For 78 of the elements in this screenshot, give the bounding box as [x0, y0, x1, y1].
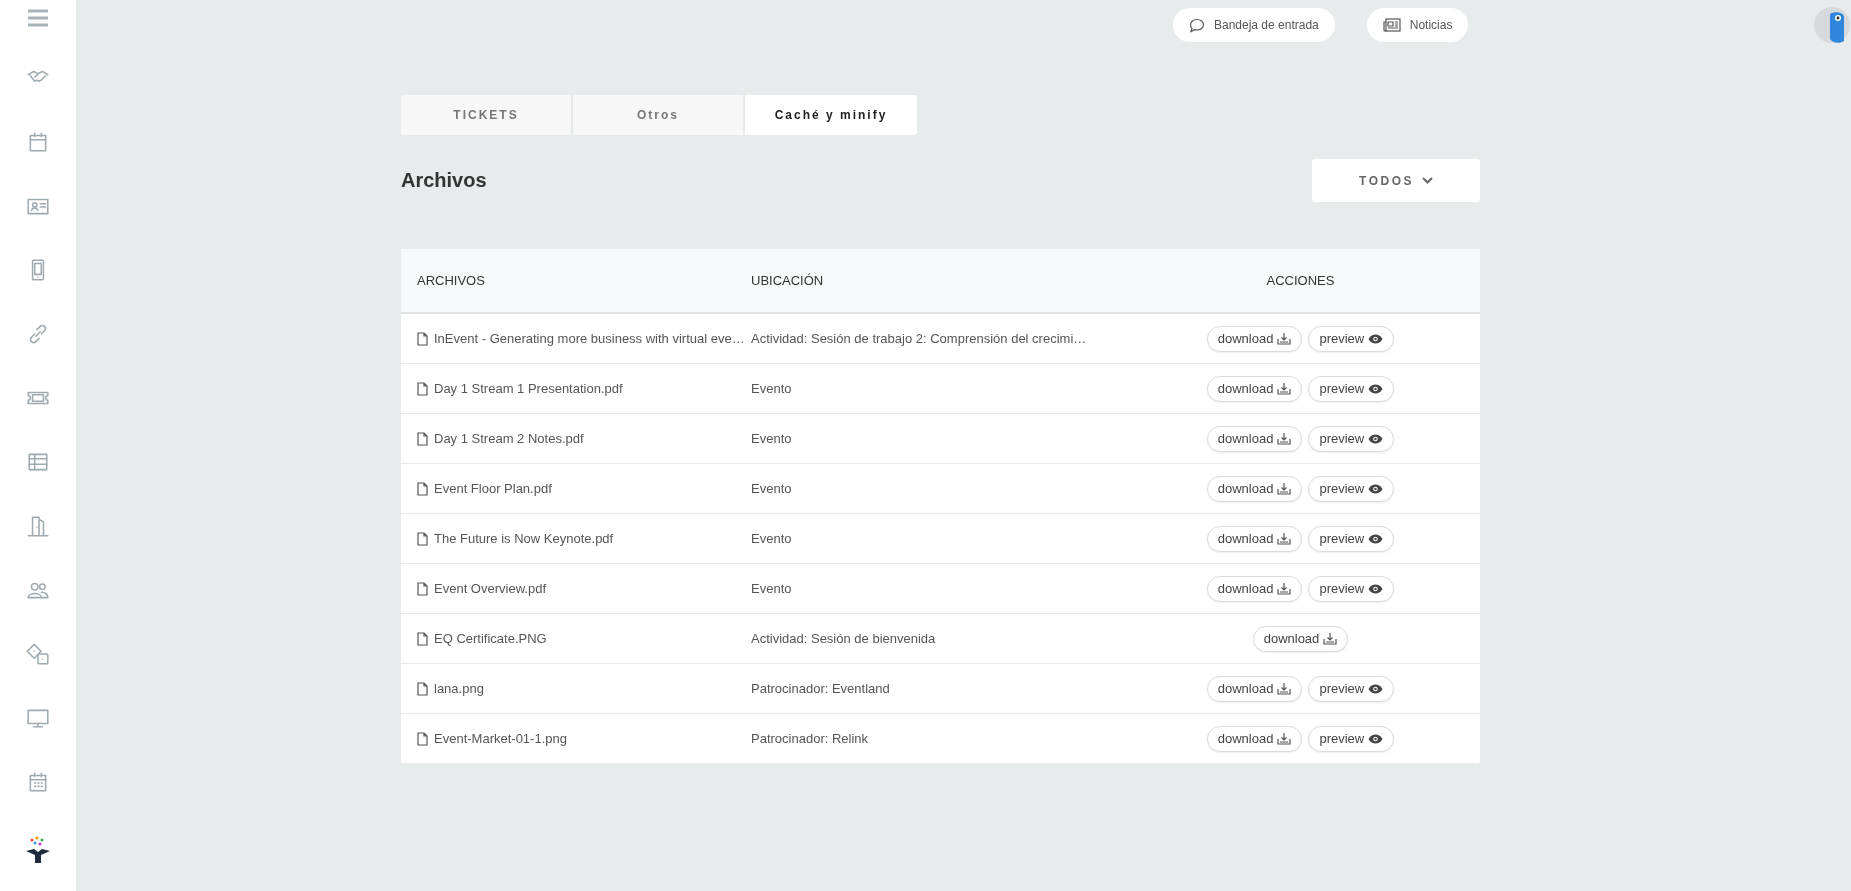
file-name[interactable]: InEvent - Generating more business with virtual eve… [434, 331, 745, 346]
eye-icon [1368, 333, 1384, 344]
tab[interactable]: Caché y minify [745, 95, 917, 135]
file-icon [417, 731, 428, 746]
inbox-button[interactable]: Bandeja de entrada [1173, 8, 1335, 42]
preview-button[interactable]: preview [1308, 575, 1395, 602]
download-icon [1277, 682, 1292, 695]
preview-button[interactable]: preview [1308, 425, 1395, 452]
location-text: Evento [751, 581, 792, 596]
speech-bubble-icon [1189, 17, 1205, 33]
dice-icon[interactable] [26, 642, 50, 666]
download-button[interactable]: download [1206, 475, 1303, 502]
download-icon [1277, 482, 1292, 495]
filter-dropdown[interactable]: TODOS [1312, 159, 1480, 202]
eye-icon [1368, 733, 1384, 744]
file-name[interactable]: Event Overview.pdf [434, 581, 546, 596]
location-text: Patrocinador: Eventland [751, 681, 890, 696]
file-name[interactable]: lana.png [434, 681, 484, 696]
download-icon [1323, 632, 1338, 645]
location-text: Patrocinador: Relink [751, 731, 869, 746]
newspaper-icon [1382, 18, 1401, 32]
eye-icon [1368, 533, 1384, 544]
download-icon [1277, 582, 1292, 595]
eye-icon [1368, 583, 1384, 594]
file-name[interactable]: Event-Market-01-1.png [434, 731, 567, 746]
column-header: UBICACIÓN [751, 273, 825, 288]
file-icon [417, 481, 428, 496]
eye-icon [1368, 433, 1384, 444]
eye-icon [1368, 483, 1384, 494]
file-icon [417, 631, 428, 646]
eye-icon [1368, 683, 1384, 694]
location-text: Evento [751, 531, 792, 546]
download-icon [1277, 732, 1292, 745]
download-button[interactable]: download [1206, 725, 1303, 752]
preview-button[interactable]: preview [1308, 325, 1395, 352]
preview-button[interactable]: preview [1308, 525, 1395, 552]
file-icon [417, 531, 428, 546]
download-button[interactable]: download [1252, 625, 1349, 652]
file-name[interactable]: EQ Certificate.PNG [434, 631, 547, 646]
location-text: Actividad: Sesión de bienvenida [751, 631, 936, 646]
door-icon[interactable] [26, 514, 50, 538]
location-text: Evento [751, 431, 792, 446]
download-icon [1277, 532, 1292, 545]
download-button[interactable]: download [1206, 675, 1303, 702]
preview-button[interactable]: preview [1308, 675, 1395, 702]
download-button[interactable]: download [1206, 325, 1303, 352]
menu-icon[interactable] [27, 8, 49, 28]
file-name[interactable]: The Future is Now Keynote.pdf [434, 531, 614, 546]
file-name[interactable]: Day 1 Stream 2 Notes.pdf [434, 431, 584, 446]
file-icon [417, 681, 428, 696]
preview-button[interactable]: preview [1308, 475, 1395, 502]
file-icon [417, 431, 428, 446]
news-button[interactable]: Noticias [1366, 8, 1469, 42]
download-button[interactable]: download [1206, 425, 1303, 452]
location-text: Evento [751, 381, 792, 396]
column-header: ACCIONES [1265, 273, 1336, 288]
eye-icon [1368, 383, 1384, 394]
preview-button[interactable]: preview [1308, 375, 1395, 402]
tab[interactable]: Otros [573, 95, 745, 135]
chevron-down-icon [1421, 177, 1433, 184]
location-text: Actividad: Sesión de trabajo 2: Comprensión del crecimi… [751, 331, 1087, 346]
download-button[interactable]: download [1206, 575, 1303, 602]
download-icon [1277, 432, 1292, 445]
file-icon [417, 381, 428, 396]
download-button[interactable]: download [1206, 375, 1303, 402]
tab[interactable]: TICKETS [401, 95, 573, 135]
file-name[interactable]: Day 1 Stream 1 Presentation.pdf [434, 381, 623, 396]
file-icon [417, 581, 428, 596]
section-title: Archivos [401, 169, 487, 192]
file-name[interactable]: Event Floor Plan.pdf [434, 481, 552, 496]
download-button[interactable]: download [1206, 525, 1303, 552]
column-header: ARCHIVOS [416, 273, 486, 288]
location-text: Evento [751, 481, 792, 496]
download-icon [1277, 332, 1292, 345]
preview-button[interactable]: preview [1308, 725, 1395, 752]
avatar[interactable] [1814, 7, 1850, 43]
file-icon [417, 331, 428, 346]
download-icon [1277, 382, 1292, 395]
